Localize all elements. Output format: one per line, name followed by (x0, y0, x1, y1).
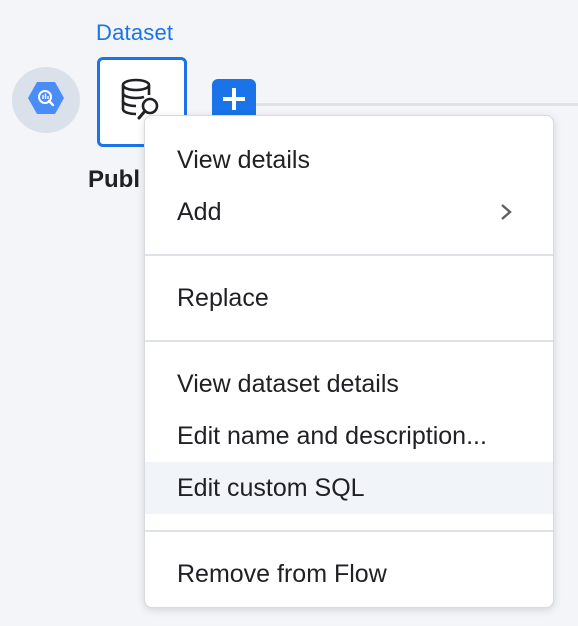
chevron-right-icon (499, 202, 513, 222)
menu-item-label: Replace (177, 283, 269, 312)
menu-item-view-dataset-details[interactable]: View dataset details (145, 358, 553, 410)
menu-item-label: Remove from Flow (177, 559, 387, 588)
menu-item-label: View dataset details (177, 369, 399, 398)
menu-item-label: Add (177, 197, 222, 226)
context-menu: View details Add Replace View dataset de… (144, 115, 554, 608)
connector-line (250, 103, 578, 106)
menu-item-label: View details (177, 145, 310, 174)
menu-item-add[interactable]: Add (145, 186, 553, 238)
menu-item-edit-name-description[interactable]: Edit name and description... (145, 410, 553, 462)
menu-item-label: Edit custom SQL (177, 473, 365, 502)
dataset-node-name: Publ (88, 166, 140, 193)
bigquery-hexagon-icon (27, 81, 65, 120)
menu-item-replace[interactable]: Replace (145, 272, 553, 324)
menu-item-edit-custom-sql[interactable]: Edit custom SQL (145, 462, 553, 514)
plus-icon (221, 86, 247, 117)
source-node[interactable] (12, 67, 80, 133)
dataset-type-label: Dataset (96, 20, 174, 45)
flow-canvas[interactable]: Dataset Publ View details Add Replace Vi… (0, 0, 578, 626)
menu-item-view-details[interactable]: View details (145, 134, 553, 186)
menu-item-label: Edit name and description... (177, 421, 487, 450)
menu-item-remove-from-flow[interactable]: Remove from Flow (145, 548, 553, 600)
